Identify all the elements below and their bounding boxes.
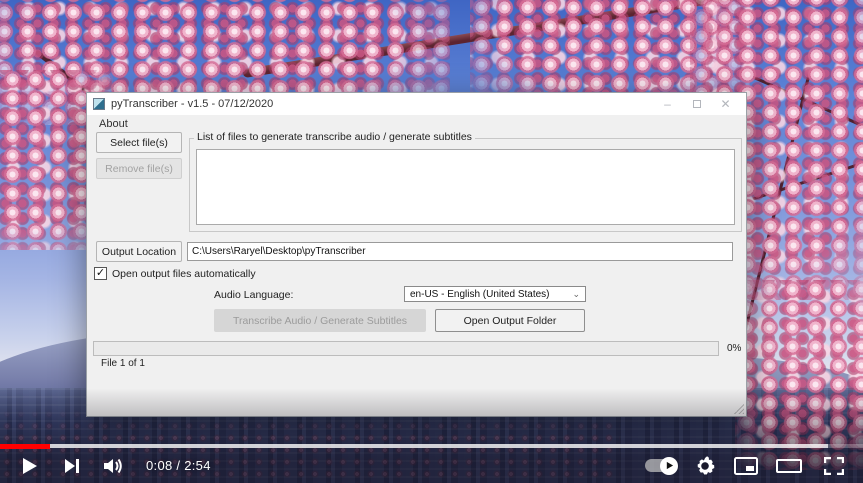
youtube-video-player: pyTranscriber - v1.5 - 07/12/2020 – ✕ Ab…: [0, 0, 863, 483]
audio-language-value: en-US - English (United States): [410, 289, 550, 300]
autoplay-pill: [645, 459, 677, 472]
miniplayer-icon: [734, 457, 758, 475]
fullscreen-button[interactable]: [811, 448, 857, 483]
maximize-icon: [693, 100, 701, 108]
minimize-icon: –: [664, 97, 671, 111]
window-titlebar[interactable]: pyTranscriber - v1.5 - 07/12/2020 – ✕: [87, 93, 746, 115]
output-checkbox-label: Open output files automatically: [112, 268, 256, 280]
app-icon: [93, 98, 105, 110]
theater-mode-button[interactable]: [767, 448, 811, 483]
close-button[interactable]: ✕: [711, 93, 740, 115]
audio-language-select[interactable]: en-US - English (United States) ⌄: [404, 286, 586, 302]
output-path-field[interactable]: C:\Users\Raryel\Desktop\pyTranscriber: [187, 242, 733, 261]
output-location-button[interactable]: Output Location: [96, 241, 182, 262]
autoplay-knob: [660, 457, 678, 475]
close-icon: ✕: [720, 97, 730, 111]
next-icon: [63, 457, 81, 475]
player-controls-row: 0:08 / 2:54: [0, 448, 863, 483]
progress-percent-label: 0%: [727, 343, 741, 354]
play-icon: [19, 456, 39, 476]
transcribe-button[interactable]: Transcribe Audio / Generate Subtitles: [214, 309, 426, 332]
play-button[interactable]: [6, 448, 52, 483]
theater-mode-icon: [776, 459, 802, 473]
fullscreen-icon: [824, 457, 844, 475]
autoplay-toggle[interactable]: [637, 448, 685, 483]
file-listbox[interactable]: [196, 149, 735, 225]
open-output-row: ✓ Open output files automatically: [94, 267, 256, 280]
time-display: 0:08 / 2:54: [146, 458, 211, 473]
open-output-folder-button[interactable]: Open Output Folder: [435, 309, 585, 332]
file-counter-label: File 1 of 1: [101, 358, 145, 369]
file-list-groupbox: List of files to generate transcribe aud…: [189, 138, 742, 232]
window-controls: – ✕: [653, 93, 740, 115]
maximize-button[interactable]: [682, 93, 711, 115]
check-icon: ✓: [96, 268, 105, 279]
audio-language-label: Audio Language:: [214, 289, 293, 301]
volume-button[interactable]: [92, 448, 134, 483]
volume-icon: [102, 456, 124, 476]
miniplayer-button[interactable]: [725, 448, 767, 483]
select-files-button[interactable]: Select file(s): [96, 132, 182, 153]
remove-files-button[interactable]: Remove file(s): [96, 158, 182, 179]
menu-about[interactable]: About: [95, 117, 132, 131]
minimize-button[interactable]: –: [653, 93, 682, 115]
autoplay-play-icon: [665, 461, 674, 470]
file-list-label: List of files to generate transcribe aud…: [194, 131, 475, 143]
output-checkbox[interactable]: ✓: [94, 267, 107, 280]
transcription-progressbar: [93, 341, 719, 356]
gear-icon: [695, 456, 715, 476]
chevron-down-icon: ⌄: [572, 289, 580, 300]
pytranscriber-window: pyTranscriber - v1.5 - 07/12/2020 – ✕ Ab…: [86, 92, 747, 417]
settings-button[interactable]: [685, 448, 725, 483]
window-title: pyTranscriber - v1.5 - 07/12/2020: [111, 98, 273, 110]
next-button[interactable]: [52, 448, 92, 483]
